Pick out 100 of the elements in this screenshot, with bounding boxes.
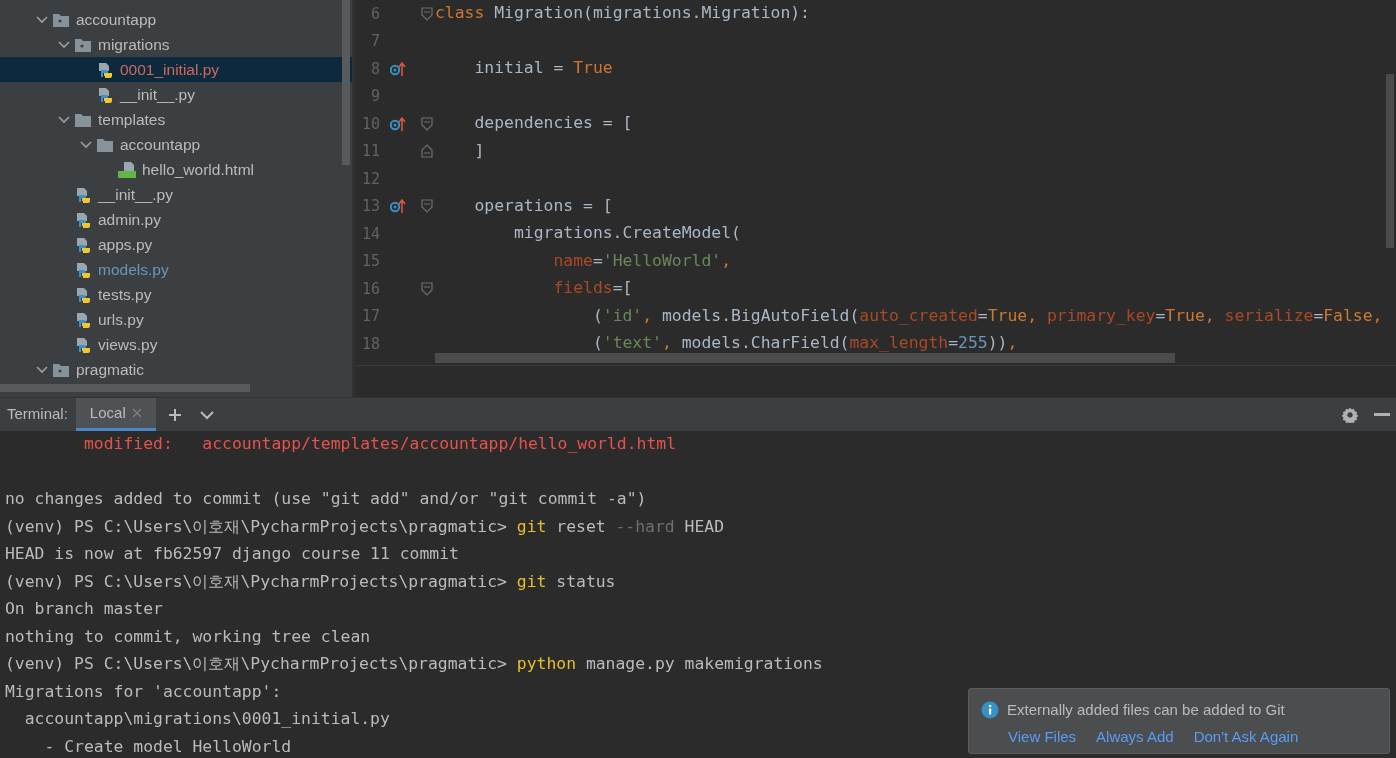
file-name: accountapp (120, 134, 201, 155)
python-file-icon (75, 211, 91, 228)
terminal-line: (venv) PS C:\Users\이호재\PycharmProjects\pragmatic> python manage.py makemigrations (5, 653, 823, 676)
line-number: 12 (361, 168, 381, 190)
file-name: templates (98, 109, 166, 130)
override-marker-icon[interactable] (390, 60, 407, 77)
minimize-icon[interactable] (1374, 412, 1390, 417)
scrollbar[interactable] (0, 384, 250, 392)
python-file-icon (97, 61, 113, 78)
terminal-line: nothing to commit, working tree clean (5, 625, 371, 648)
tree-item[interactable]: urls.py (0, 307, 352, 332)
tree-item[interactable]: templates (0, 107, 352, 132)
tree-item[interactable]: admin.py (0, 207, 352, 232)
tree-item[interactable]: views.py (0, 332, 352, 357)
scrollbar[interactable] (435, 353, 1175, 363)
chevron-down-icon[interactable] (58, 40, 70, 49)
code-line: ('text', models.CharField(max_length=255)), (591, 332, 1018, 355)
file-name: __init__.py (120, 84, 195, 105)
file-name: __init__.py (98, 184, 173, 205)
file-name: admin.py (98, 209, 161, 230)
line-number: 7 (370, 31, 381, 52)
fold-marker-icon[interactable] (421, 116, 434, 131)
panel-title: Terminal: (7, 404, 68, 425)
file-name: hello_world.html (142, 159, 254, 180)
chevron-down-icon[interactable] (80, 140, 92, 149)
chevron-down-icon[interactable] (199, 409, 214, 420)
tree-item[interactable]: models.py (0, 257, 352, 282)
settings-icon[interactable] (1342, 406, 1358, 423)
file-name: models.py (98, 259, 169, 280)
tree-item[interactable]: __init__.py (0, 82, 352, 107)
code-line: dependencies = [ (473, 112, 633, 135)
file-name: accountapp (76, 9, 157, 30)
python-file-icon (75, 261, 91, 278)
folder-icon (53, 362, 69, 377)
notification-link[interactable]: Always Add (1096, 725, 1174, 748)
tree-item[interactable]: accountapp (0, 132, 352, 157)
file-name: urls.py (98, 309, 144, 330)
scrollbar[interactable] (1386, 74, 1394, 248)
terminal-line: modified: accountapp/templates/accountapp/hello_world.html (82, 433, 677, 456)
override-marker-icon[interactable] (390, 198, 407, 215)
notification-link[interactable]: View Files (1008, 725, 1077, 748)
line-number: 6 (370, 3, 381, 25)
code-line: fields=[ (552, 277, 633, 300)
tree-item[interactable]: pragmatic (0, 357, 352, 382)
tree-item[interactable]: hello_world.html (0, 157, 352, 182)
folder-icon (97, 137, 113, 152)
terminal-line: accountapp\migrations\0001_initial.py (23, 708, 390, 731)
scrollbar[interactable] (342, 0, 350, 165)
line-number: 18 (361, 333, 381, 355)
line-number: 16 (361, 278, 381, 300)
code-line: name='HelloWorld', (552, 249, 732, 272)
override-marker-icon[interactable] (390, 115, 407, 132)
tree-item[interactable]: accountapp (0, 7, 352, 32)
terminal-line: - Create model HelloWorld (43, 735, 292, 758)
html-file-icon (118, 161, 136, 178)
folder-icon (75, 112, 91, 127)
file-name: migrations (98, 34, 170, 55)
fold-marker-icon[interactable] (421, 281, 434, 296)
line-number: 9 (370, 86, 381, 107)
line-number: 8 (370, 58, 381, 80)
line-number: 14 (361, 223, 381, 245)
python-file-icon (75, 336, 91, 353)
tree-item[interactable]: migrations (0, 32, 352, 57)
python-file-icon (75, 236, 91, 253)
tree-item[interactable]: 0001_initial.py (0, 57, 352, 82)
line-number: 17 (361, 306, 381, 327)
file-name: views.py (98, 334, 158, 355)
folder-icon (53, 12, 69, 27)
line-number: 13 (361, 196, 381, 217)
code-line: class Migration(migrations.Migration): (435, 2, 810, 25)
python-file-icon (75, 186, 91, 203)
code-line: operations = [ (473, 194, 613, 217)
fold-marker-icon[interactable] (421, 144, 434, 159)
file-name: pragmatic (76, 359, 145, 380)
file-name: 0001_initial.py (120, 59, 220, 80)
terminal-line: no changes added to commit (use "git add" and/or "git commit -a") (5, 488, 647, 511)
code-line: migrations.CreateModel( (512, 222, 741, 245)
notification-link[interactable]: Don't Ask Again (1193, 725, 1299, 748)
python-file-icon (97, 86, 113, 103)
fold-marker-icon[interactable] (421, 6, 434, 21)
folder-icon (75, 37, 91, 52)
line-number: 10 (361, 113, 381, 135)
tree-item[interactable]: __init__.py (0, 182, 352, 207)
terminal-line: (venv) PS C:\Users\이호재\PycharmProjects\pragmatic> git reset --hard HEAD (5, 515, 725, 538)
info-icon (981, 701, 999, 720)
add-icon[interactable] (167, 407, 182, 422)
tab-label: Local (89, 402, 126, 423)
code-line: initial = True (473, 57, 613, 80)
file-name: apps.py (98, 234, 153, 255)
chevron-down-icon[interactable] (58, 115, 70, 124)
fold-marker-icon[interactable] (421, 199, 434, 214)
line-number: 15 (361, 251, 381, 272)
notification-message: Externally added files can be added to Git (1007, 700, 1285, 720)
tree-item[interactable]: tests.py (0, 282, 352, 307)
chevron-down-icon[interactable] (36, 15, 48, 24)
chevron-down-icon[interactable] (36, 365, 48, 374)
tree-item[interactable]: apps.py (0, 232, 352, 257)
terminal-line: HEAD is now at fb62597 django course 11 commit (5, 543, 459, 566)
file-name: tests.py (98, 284, 152, 305)
terminal-tab[interactable]: Local (75, 398, 156, 431)
